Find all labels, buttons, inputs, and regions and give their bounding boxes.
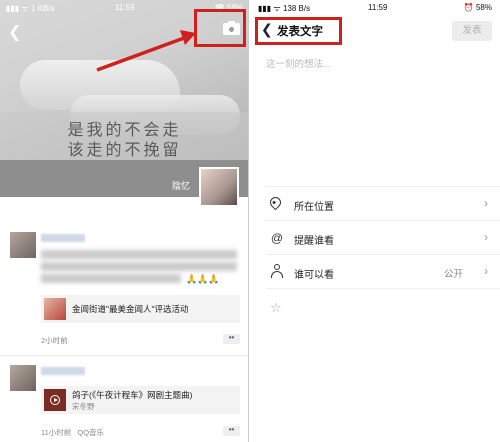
post-author-blurred[interactable] [41, 367, 85, 375]
status-bar: ▮▮▮ ᯤ 138 B/s 11:59 ⏰ 58% [250, 0, 500, 16]
post-source[interactable]: QQ音乐 [77, 428, 104, 437]
link-thumbnail [44, 298, 66, 320]
compose-screen: ▮▮▮ ᯤ 138 B/s 11:59 ⏰ 58% ❮ 发表文字 发表 这一刻的… [250, 0, 500, 442]
song-artist: 宋冬野 [72, 402, 95, 411]
play-icon[interactable] [50, 395, 60, 405]
option-divider [266, 288, 500, 289]
post-text-input[interactable]: 这一刻的想法... [266, 56, 331, 70]
option-visibility[interactable]: 谁可以看 公开 › [266, 254, 500, 288]
publish-button[interactable]: 发表 [452, 21, 492, 41]
chevron-right-icon: › [484, 264, 488, 278]
option-label: 谁可以看 [294, 270, 334, 281]
cover-poem-line1: 是我的不会走 [67, 122, 182, 139]
signal-indicator: ▮▮▮ ᯤ 1 KB/s [6, 4, 55, 13]
cover-poem-line2: 该走的不挽留 [67, 142, 182, 159]
signal-indicator: ▮▮▮ ᯤ 138 B/s [258, 4, 311, 13]
option-remind[interactable]: @ 提醒谁看 › [266, 220, 500, 254]
back-chevron-icon[interactable]: ❮ [8, 22, 21, 42]
option-label: 所在位置 [294, 202, 334, 213]
post-text-blurred [41, 262, 237, 271]
post-divider [0, 355, 248, 356]
battery-indicator: ⏰ 58% [463, 3, 492, 12]
post-time: 11小时前 QQ音乐 [41, 427, 104, 438]
location-icon [267, 194, 284, 211]
moments-screen: 是我的不会走 该走的不挽留 ▮▮▮ ᯤ 1 KB/s 11:59 ☎ 58% ❮… [0, 0, 249, 442]
star-icon[interactable]: ☆ [270, 300, 282, 316]
post-author-blurred[interactable] [41, 234, 85, 242]
post-text-blurred [41, 250, 237, 259]
clock: 11:59 [115, 3, 135, 12]
user-avatar[interactable] [199, 167, 239, 207]
clock: 11:59 [368, 3, 388, 12]
chevron-right-icon: › [484, 230, 488, 244]
post-music-card[interactable]: 鸽子(《午夜计程车》网剧主题曲) 宋冬野 [41, 386, 240, 414]
post-more-button[interactable]: •• [223, 426, 240, 436]
post-time: 2小时前 [41, 336, 68, 345]
song-title: 鸽子(《午夜计程车》网剧主题曲) [72, 390, 193, 400]
user-nickname[interactable]: 陰忆 [172, 179, 190, 192]
post-emojis: 🙏🙏🙏 [186, 274, 220, 284]
highlight-box-camera [194, 9, 246, 47]
option-location[interactable]: 所在位置 › [266, 186, 500, 220]
cover-poem: 是我的不会走 该走的不挽留 [0, 121, 248, 161]
post-avatar[interactable] [10, 365, 36, 391]
moment-post: 鸽子(《午夜计程车》网剧主题曲) 宋冬野 11小时前 QQ音乐 •• [0, 365, 248, 442]
highlight-box-title [255, 17, 342, 45]
person-icon [270, 264, 284, 279]
option-value: 公开 [444, 269, 464, 280]
option-label: 提醒谁看 [294, 236, 334, 247]
post-time-text: 11小时前 [41, 428, 72, 437]
link-title: 金阊街道"最美金阊人"评选活动 [72, 304, 189, 314]
post-link-card[interactable]: 金阊街道"最美金阊人"评选活动 [41, 295, 240, 323]
post-avatar[interactable] [10, 232, 36, 258]
post-text-blurred [41, 274, 181, 283]
chevron-right-icon: › [484, 196, 488, 210]
moment-post: 🙏🙏🙏 金阊街道"最美金阊人"评选活动 2小时前 •• [0, 232, 248, 347]
at-icon: @ [270, 231, 284, 245]
post-more-button[interactable]: •• [223, 334, 240, 344]
